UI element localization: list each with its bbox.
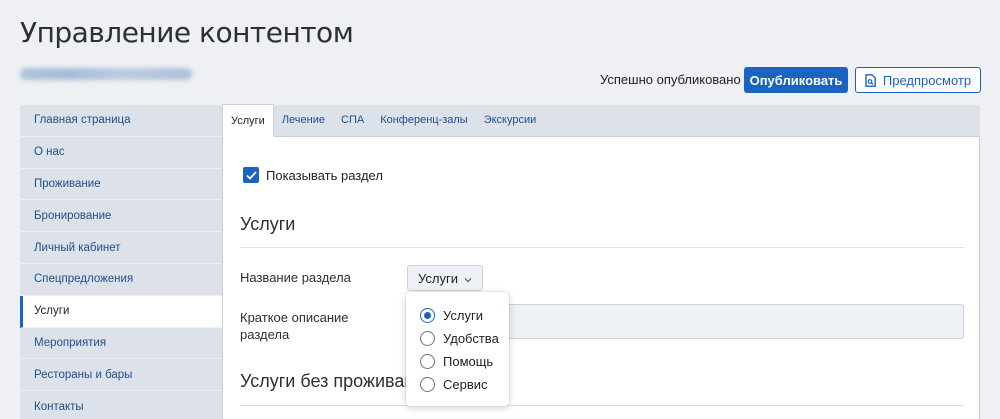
tabs-bar: Услуги Лечение СПА Конференц-залы Экскур… <box>222 104 980 137</box>
section-name-value: Услуги <box>418 270 458 286</box>
sidebar-item-restaurants[interactable]: Рестораны и бары <box>20 359 222 392</box>
chevron-down-icon <box>464 271 472 286</box>
section-heading-services-without-stay: Услуги без проживан <box>240 371 415 391</box>
short-description-label: Краткое описание раздела <box>240 310 349 342</box>
show-section-label: Показывать раздел <box>266 167 383 183</box>
show-section-checkbox[interactable] <box>243 167 259 183</box>
dropdown-option-amenities[interactable]: Удобства <box>406 327 509 350</box>
site-url-blurred[interactable] <box>20 68 192 80</box>
radio-service[interactable] <box>420 377 435 392</box>
sidebar-item-special-offers[interactable]: Спецпредложения <box>20 263 222 296</box>
section-name-label: Название раздела <box>240 270 351 285</box>
tab-treatment[interactable]: Лечение <box>274 104 333 136</box>
divider <box>240 405 964 406</box>
sidebar-item-booking[interactable]: Бронирование <box>20 200 222 233</box>
sidebar-item-account[interactable]: Личный кабинет <box>20 232 222 264</box>
sidebar-item-contacts[interactable]: Контакты <box>20 391 222 419</box>
section-heading-services: Услуги <box>240 214 296 234</box>
show-section-toggle[interactable]: Показывать раздел <box>243 167 383 183</box>
publish-status: Успешно опубликовано <box>600 72 741 87</box>
sidebar: Главная страница О нас Проживание Бронир… <box>20 105 222 419</box>
section-name-dropdown: Услуги Удобства Помощь Сервис <box>406 292 509 406</box>
page-title: Управление контентом <box>20 16 354 49</box>
tab-excursions[interactable]: Экскурсии <box>476 104 545 136</box>
tab-conference-halls[interactable]: Конференц-залы <box>372 104 476 136</box>
content-panel: Показывать раздел Услуги Название раздел… <box>222 137 980 419</box>
dropdown-option-help[interactable]: Помощь <box>406 350 509 373</box>
radio-help[interactable] <box>420 354 435 369</box>
preview-button[interactable]: Предпросмотр <box>855 67 981 93</box>
document-preview-icon <box>865 73 876 87</box>
sidebar-item-events[interactable]: Мероприятия <box>20 327 222 360</box>
tab-spa[interactable]: СПА <box>333 104 372 136</box>
sidebar-item-services[interactable]: Услуги <box>20 295 222 328</box>
sidebar-item-home[interactable]: Главная страница <box>20 105 222 137</box>
sidebar-item-about[interactable]: О нас <box>20 136 222 169</box>
radio-amenities[interactable] <box>420 331 435 346</box>
sidebar-item-accommodation[interactable]: Проживание <box>20 168 222 201</box>
tab-services[interactable]: Услуги <box>222 104 274 137</box>
publish-button[interactable]: Опубликовать <box>744 67 848 93</box>
preview-button-label: Предпросмотр <box>882 72 972 88</box>
divider <box>240 247 964 248</box>
dropdown-option-services[interactable]: Услуги <box>406 304 509 327</box>
dropdown-option-service[interactable]: Сервис <box>406 373 509 396</box>
radio-services[interactable] <box>420 308 435 323</box>
section-name-select[interactable]: Услуги <box>407 265 483 291</box>
